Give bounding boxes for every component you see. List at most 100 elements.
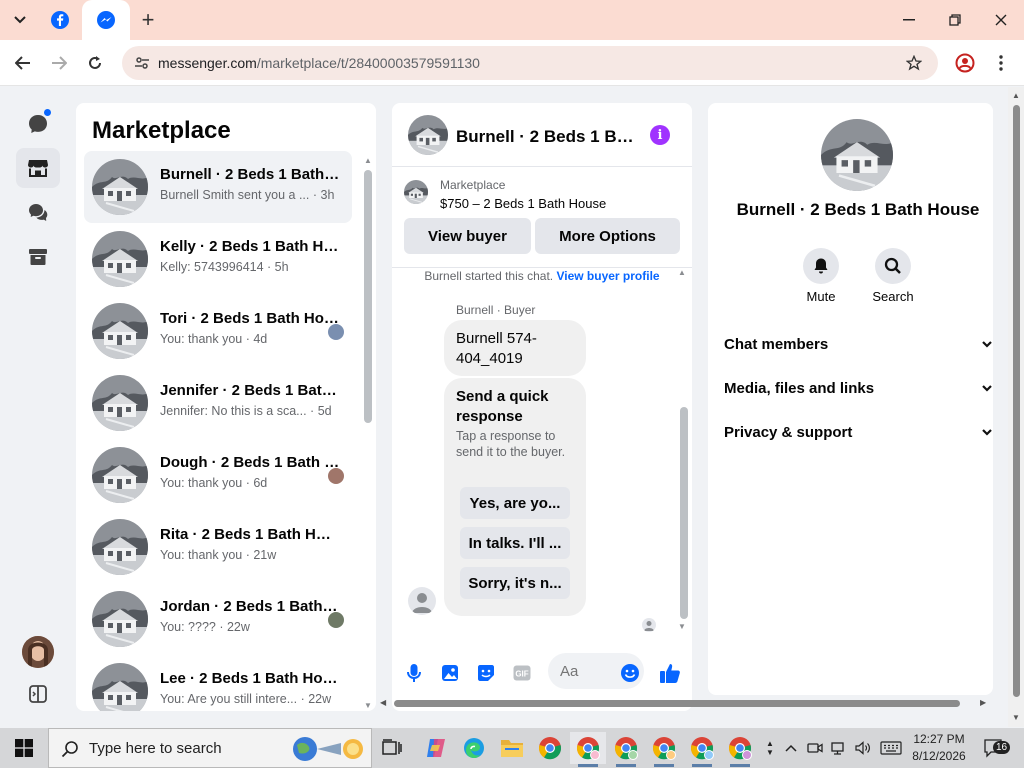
page-scroll-right[interactable]: ▶	[980, 698, 986, 707]
search-in-conversation-button[interactable]	[875, 248, 911, 284]
conversation-item[interactable]: Rita · 2 Beds 1 Bath House You: thank you…	[84, 511, 352, 583]
list-scrollbar[interactable]	[364, 170, 372, 423]
conversation-item[interactable]: Tori · 2 Beds 1 Bath House You: thank you…	[84, 295, 352, 367]
list-scroll-up[interactable]: ▲	[364, 156, 372, 165]
message-bubble[interactable]: Burnell 574-404_4019	[444, 320, 586, 376]
chevron-down-icon	[982, 340, 992, 348]
taskbar-chrome[interactable]	[532, 732, 568, 764]
chat-scroll-up[interactable]: ▲	[678, 268, 686, 277]
reload-button[interactable]	[80, 48, 110, 78]
attach-media-button[interactable]	[438, 661, 462, 685]
browser-menu-button[interactable]	[986, 48, 1016, 78]
show-hidden-icons-button[interactable]	[782, 728, 800, 768]
forward-button[interactable]	[44, 48, 74, 78]
address-bar[interactable]: messenger.com/marketplace/t/284000035795…	[122, 46, 938, 80]
view-buyer-button[interactable]: View buyer	[404, 218, 531, 254]
nav-message-requests[interactable]	[16, 193, 60, 233]
back-button[interactable]	[8, 48, 38, 78]
tab-facebook[interactable]	[42, 0, 78, 40]
nav-chats[interactable]	[16, 104, 60, 144]
taskbar-chrome-profile-3[interactable]	[646, 732, 682, 767]
emoji-button[interactable]	[618, 661, 642, 685]
page-vertical-thumb[interactable]	[1013, 105, 1020, 697]
site-settings-icon[interactable]	[134, 55, 150, 71]
quick-reply-button[interactable]: Sorry, it's n...	[460, 567, 570, 599]
section-privacy-support[interactable]: Privacy & support	[724, 420, 992, 444]
taskbar-clock[interactable]: 12:27 PM 8/12/2026	[908, 731, 970, 765]
conversation-item[interactable]: Kelly · 2 Beds 1 Bath House Kelly: 574399…	[84, 223, 352, 295]
page-scroll-up[interactable]: ▲	[1012, 91, 1020, 100]
tray-keyboard[interactable]	[878, 728, 904, 768]
quick-reply-button[interactable]: Yes, are yo...	[460, 487, 570, 519]
task-view-button[interactable]	[374, 732, 410, 764]
section-label: Media, files and links	[724, 379, 875, 397]
taskbar-scroll[interactable]: ▲ ▼	[762, 728, 778, 768]
page-vertical-scrollbar[interactable]: ▲ ▼	[1008, 87, 1024, 727]
profile-button[interactable]	[950, 48, 980, 78]
page-scroll-down[interactable]: ▼	[1012, 713, 1020, 722]
listing-price[interactable]: $750 – 2 Beds 1 Bath House	[440, 196, 606, 211]
default-person-icon	[644, 621, 654, 631]
chrome-profile-icon	[614, 737, 638, 760]
sender-avatar[interactable]	[408, 587, 436, 615]
seen-indicator	[642, 618, 656, 632]
view-buyer-profile-link[interactable]: View buyer profile	[556, 269, 659, 283]
listing-card: Marketplace $750 – 2 Beds 1 Bath House V…	[392, 168, 692, 268]
chevron-up-icon: ▲	[766, 739, 774, 748]
house-photo	[92, 519, 148, 575]
taskbar-chrome-profile-4[interactable]	[684, 732, 720, 767]
close-window-button[interactable]	[978, 0, 1024, 40]
tray-volume[interactable]	[852, 728, 874, 768]
new-tab-button[interactable]: +	[134, 6, 162, 34]
user-avatar[interactable]	[22, 636, 54, 668]
tray-meet-now[interactable]	[804, 728, 826, 768]
house-photo	[92, 159, 148, 215]
bookmark-star-icon[interactable]	[906, 55, 922, 71]
page-horizontal-scrollbar[interactable]: ◀ ▶	[376, 695, 992, 711]
conversation-item[interactable]: Jordan · 2 Beds 1 Bath House You: ???? · …	[84, 583, 352, 655]
taskbar-chrome-profile-1[interactable]	[570, 732, 606, 767]
toggle-sidebar-button[interactable]	[16, 674, 60, 714]
nav-archived[interactable]	[16, 237, 60, 277]
conversation-info-button[interactable]: i	[650, 125, 670, 145]
chat-scroll-down[interactable]: ▼	[678, 622, 686, 631]
page-horizontal-thumb[interactable]	[394, 700, 960, 707]
tray-network[interactable]	[828, 728, 850, 768]
chrome-profile-icon	[690, 737, 714, 760]
minimize-button[interactable]	[886, 0, 932, 40]
listing-thumbnail[interactable]	[404, 180, 428, 204]
list-scroll-down[interactable]: ▼	[364, 701, 372, 710]
restore-button[interactable]	[932, 0, 978, 40]
notification-center-button[interactable]: 16	[980, 728, 1011, 768]
tab-messenger[interactable]	[82, 0, 130, 40]
section-chat-members[interactable]: Chat members	[724, 332, 992, 356]
taskbar-chrome-profile-2[interactable]	[608, 732, 644, 767]
more-options-button[interactable]: More Options	[535, 218, 680, 254]
windows-logo-icon	[15, 739, 33, 757]
conversation-item[interactable]: Jennifer · 2 Beds 1 Bath House Jennifer: …	[84, 367, 352, 439]
taskbar-chrome-profile-5[interactable]	[722, 732, 758, 767]
taskbar-edge[interactable]	[456, 732, 492, 764]
section-media-files-links[interactable]: Media, files and links	[724, 376, 992, 400]
info-avatar[interactable]	[821, 119, 893, 191]
nav-marketplace[interactable]	[16, 148, 60, 188]
taskbar-search-placeholder: Type here to search	[89, 739, 222, 757]
page-scroll-left[interactable]: ◀	[380, 698, 386, 707]
conversation-item[interactable]: Lee · 2 Beds 1 Bath House You: Are you st…	[84, 655, 352, 711]
mute-button[interactable]	[803, 248, 839, 284]
taskbar-file-explorer[interactable]	[494, 732, 530, 764]
send-like-button[interactable]	[658, 661, 682, 685]
gif-button[interactable]: GIF	[510, 661, 534, 685]
tab-search-button[interactable]	[6, 6, 34, 34]
taskbar-copilot[interactable]	[418, 732, 454, 764]
start-button[interactable]	[0, 728, 48, 768]
chat-avatar[interactable]	[408, 115, 448, 155]
chat-title[interactable]: Burnell · 2 Beds 1 Bath House	[456, 127, 634, 147]
voice-clip-button[interactable]	[402, 661, 426, 685]
sticker-button[interactable]	[474, 661, 498, 685]
chat-scrollbar[interactable]	[680, 407, 688, 619]
quick-reply-button[interactable]: In talks. I'll ...	[460, 527, 570, 559]
taskbar-search[interactable]: Type here to search	[48, 728, 372, 768]
conversation-item[interactable]: Dough · 2 Beds 1 Bath House You: thank yo…	[84, 439, 352, 511]
conversation-item[interactable]: Burnell · 2 Beds 1 Bath House Burnell Smi…	[84, 151, 352, 223]
